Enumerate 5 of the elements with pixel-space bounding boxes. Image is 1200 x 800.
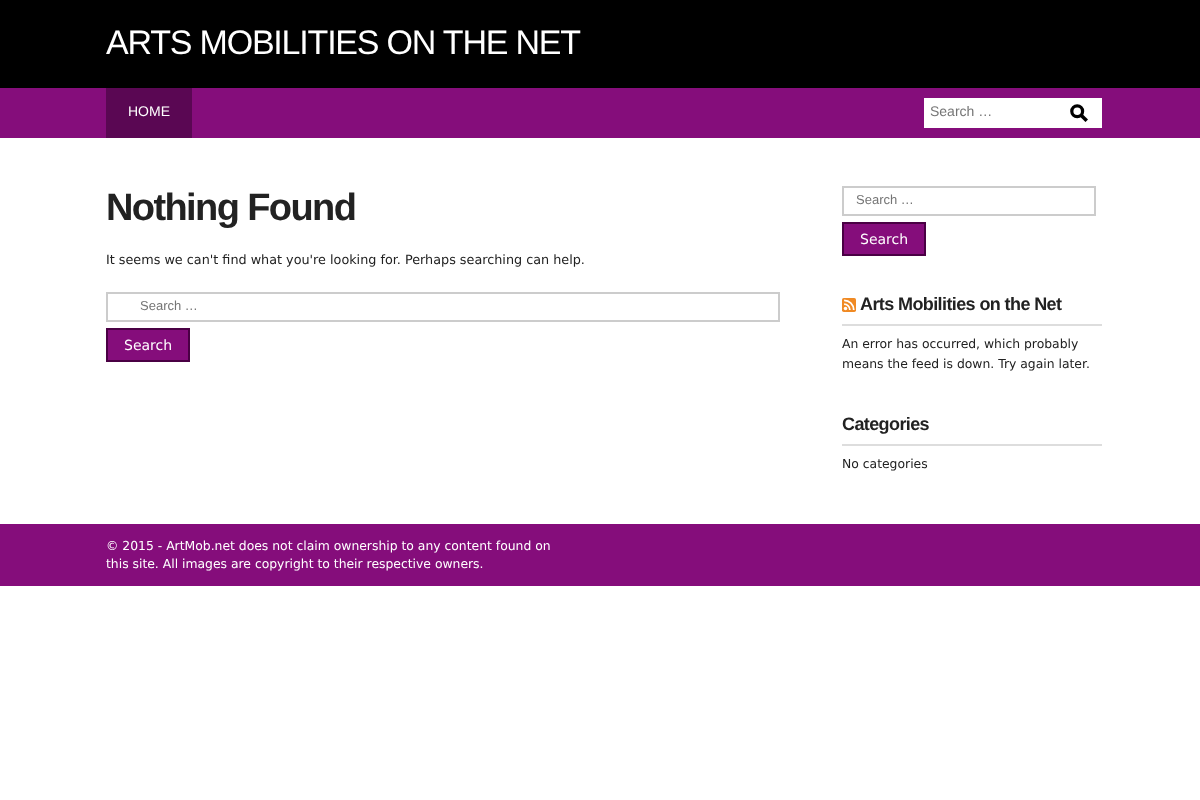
widget-title: Categories — [842, 412, 930, 436]
search-icon[interactable] — [1070, 104, 1088, 122]
site-title[interactable]: ARTS MOBILITIES ON THE NET — [106, 22, 580, 66]
page-title: Nothing Found — [106, 186, 356, 234]
widget-title[interactable]: Arts Mobilities on the Net — [860, 292, 1062, 316]
